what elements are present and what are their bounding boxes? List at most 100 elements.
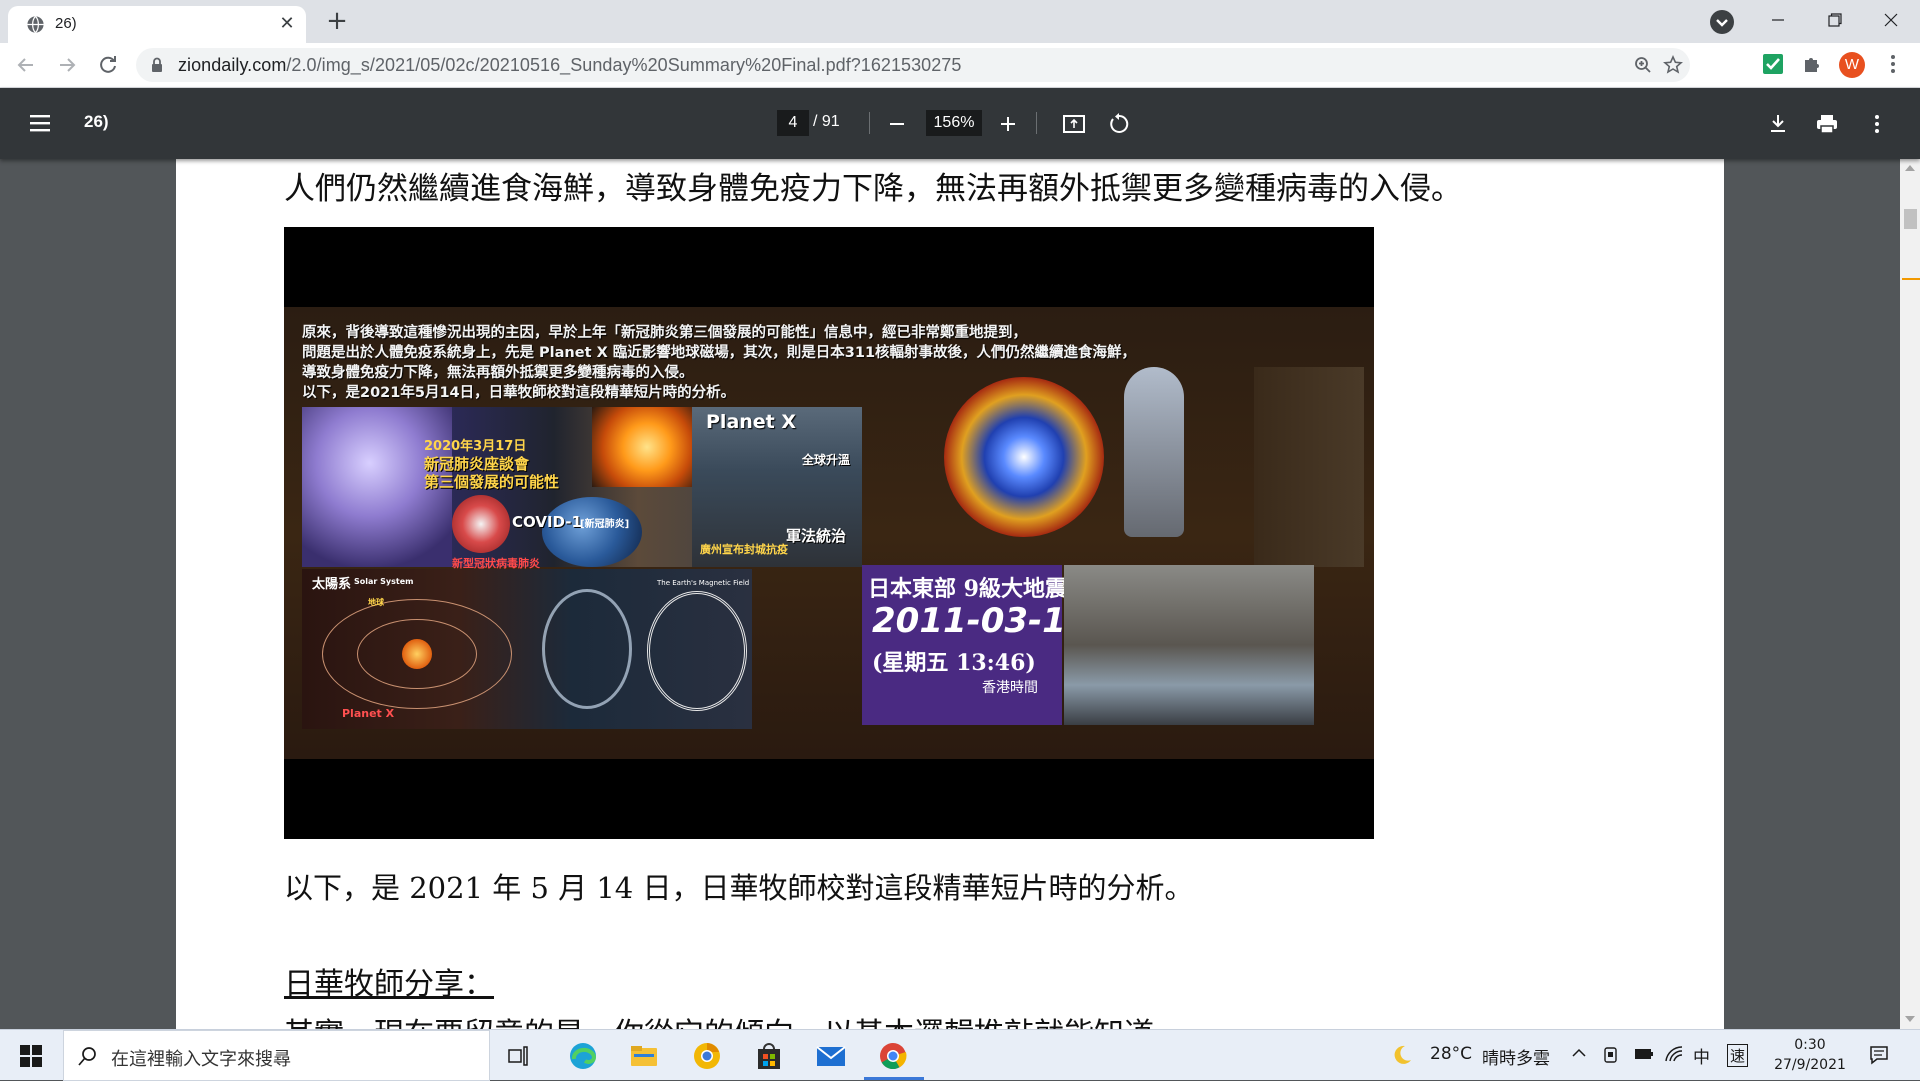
more-options-icon[interactable] (1863, 110, 1891, 138)
checkbox-extension-icon[interactable] (1760, 51, 1786, 77)
avatar[interactable]: W (1839, 52, 1865, 78)
page-number-input[interactable]: 4 (777, 110, 809, 136)
quake-time: (星期五 13:46) (872, 650, 1036, 676)
browser-toolbar: ziondaily.com/2.0/img_s/2021/05/02c/2021… (0, 43, 1920, 88)
scroll-up-icon[interactable] (1905, 165, 1915, 171)
zoom-input[interactable]: 156% (926, 110, 982, 136)
minimize-icon[interactable] (1749, 0, 1807, 40)
lock-icon[interactable] (150, 57, 164, 73)
solar-system-collage: 太陽系 Solar System 地球 Planet X The Earth's… (302, 569, 752, 729)
url-text[interactable]: ziondaily.com/2.0/img_s/2021/05/02c/2021… (178, 55, 961, 76)
kebab-icon[interactable] (1880, 51, 1906, 77)
download-icon[interactable] (1764, 110, 1792, 138)
toolbar-divider (869, 112, 870, 134)
chrome-icon[interactable] (877, 1040, 909, 1072)
weather-text[interactable]: 晴時多雲 (1482, 1044, 1550, 1069)
scroll-down-icon[interactable] (1905, 1016, 1915, 1022)
chevron-up-icon[interactable] (1572, 1048, 1586, 1058)
infographic: 原來，背後導致這種慘況出現的主因，早於上年「新冠肺炎第三個發展的可能性」信息中，… (284, 307, 1374, 759)
ime-language[interactable]: 中 (1693, 1043, 1710, 1068)
lockdown-label: 廣州宣布封城抗疫 (700, 543, 788, 556)
global-warming-label: 全球升溫 (802, 453, 851, 467)
sun-dot (402, 639, 432, 669)
magnetic-field-image (542, 589, 632, 709)
vertical-scrollbar[interactable] (1900, 159, 1920, 1029)
seminar-collage: 2020年3月17日 新冠肺炎座談會 第三個發展的可能性 COVID-1 [新冠… (302, 407, 862, 570)
globe-icon (27, 15, 44, 34)
section-heading: 日華牧師分享： (284, 967, 494, 1002)
print-icon[interactable] (1813, 110, 1841, 138)
battery-icon[interactable] (1634, 1048, 1654, 1060)
search-match-marker (1902, 278, 1920, 280)
taskbar-search[interactable]: 在這裡輸入文字來搜尋 (63, 1030, 490, 1081)
moon-icon[interactable] (1391, 1044, 1413, 1066)
puzzle-icon[interactable] (1799, 51, 1825, 77)
chrome-canary-icon[interactable] (691, 1040, 723, 1072)
image-caption-line: 原來，背後導致這種慘況出現的主因，早於上年「新冠肺炎第三個發展的可能性」信息中，… (302, 325, 1027, 341)
body-text: 其實，現在要留意的是，你從它的傾向，以基本邏輯推敲就能知道， (284, 1009, 1184, 1029)
store-icon[interactable] (753, 1040, 785, 1072)
tab-strip: 26) ✕ + (0, 0, 1920, 43)
zoom-out-button[interactable] (883, 110, 911, 138)
mail-icon[interactable] (815, 1040, 847, 1072)
covid-label: COVID-1 (512, 513, 582, 531)
fit-page-icon[interactable] (1060, 110, 1088, 138)
maximize-icon[interactable] (1806, 0, 1864, 40)
taskbar-clock[interactable]: 0:30 27/9/2021 (1766, 1035, 1854, 1075)
human-silhouette (1124, 367, 1184, 537)
planet-x-label: Planet X (706, 411, 797, 433)
body-text: 人們仍然繼續進食海鮮，導致身體免疫力下降，無法再額外抵禦更多變種病毒的入侵。 (284, 171, 1462, 207)
close-icon[interactable]: ✕ (276, 13, 298, 35)
tab-title: 26) (55, 15, 77, 32)
browser-tab[interactable]: 26) ✕ (8, 6, 306, 43)
body-text: 以下，是 2021 年 5 月 14 日，日華牧師校對這段精華短片時的分析。 (284, 871, 1194, 905)
image-caption-line: 以下，是2021年5月14日，日華牧師校對這段精華短片時的分析。 (302, 385, 736, 401)
pdf-toolbar: 26) 4 / 91 156% (0, 88, 1920, 159)
star-icon[interactable] (1662, 54, 1684, 76)
magnetic-field-label: The Earth's Magnetic Field (657, 579, 750, 587)
martial-law-label: 軍法統治 (786, 527, 847, 545)
forward-icon[interactable] (53, 51, 81, 79)
rotate-icon[interactable] (1105, 110, 1133, 138)
pdf-viewer[interactable]: 人們仍然繼續進食海鮮，導致身體免疫力下降，無法再額外抵禦更多變種病毒的入侵。 原… (0, 159, 1900, 1029)
notification-icon[interactable] (1869, 1045, 1889, 1065)
scroll-thumb[interactable] (1904, 209, 1917, 229)
tsunami-photos (1064, 565, 1314, 725)
zoom-icon[interactable] (1632, 54, 1654, 76)
task-view-icon[interactable] (503, 1040, 535, 1072)
clock-date: 27/9/2021 (1774, 1057, 1846, 1073)
virus-image (452, 495, 510, 553)
earthquake-panel: 日本東部 9級大地震 2011-03-11 (星期五 13:46) 香港時間 (862, 565, 1089, 725)
page-total: / 91 (813, 113, 840, 130)
reload-icon[interactable] (94, 51, 122, 79)
edge-icon[interactable] (567, 1040, 599, 1072)
address-bar[interactable]: ziondaily.com/2.0/img_s/2021/05/02c/2021… (136, 48, 1690, 82)
image-caption-line: 問題是出於人體免疫系統身上，先是 Planet X 臨近影響地球磁場，其次，則是… (302, 345, 1137, 361)
toolbar-divider (1036, 112, 1037, 134)
quake-date: 2011-03-11 (872, 601, 1090, 641)
hazmat-photo (1254, 367, 1364, 567)
seminar-date: 2020年3月17日 (424, 439, 527, 454)
windows-taskbar: 在這裡輸入文字來搜尋 28°C 晴時多雲 中 速 0:30 27/9/2021 (0, 1029, 1920, 1081)
solar-system-en: Solar System (354, 577, 414, 586)
plus-icon[interactable]: + (323, 8, 351, 36)
video-still-image: 原來，背後導致這種慘況出現的主因，早於上年「新冠肺炎第三個發展的可能性」信息中，… (284, 227, 1374, 839)
back-icon[interactable] (12, 51, 40, 79)
hamburger-icon[interactable] (28, 112, 54, 134)
zoom-in-button[interactable] (994, 110, 1022, 138)
temperature[interactable]: 28°C (1430, 1044, 1472, 1064)
pdf-page: 人們仍然繼續進食海鮮，導致身體免疫力下降，無法再額外抵禦更多變種病毒的入侵。 原… (176, 159, 1724, 1029)
covid-tag: [新冠肺炎] (580, 519, 630, 530)
planet-x-small-label: Planet X (342, 707, 395, 720)
windows-icon[interactable] (20, 1045, 42, 1067)
pdf-title: 26) (84, 112, 109, 131)
wifi-icon[interactable] (1664, 1045, 1684, 1063)
search-icon (78, 1047, 96, 1066)
window-close-icon[interactable] (1862, 0, 1920, 40)
ime-mode[interactable]: 速 (1727, 1044, 1749, 1067)
device-icon[interactable] (1603, 1046, 1619, 1064)
file-explorer-icon[interactable] (628, 1040, 660, 1072)
clock-time: 0:30 (1794, 1037, 1826, 1053)
radiation-collage (864, 367, 1364, 567)
tab-search-icon[interactable] (1710, 10, 1734, 34)
